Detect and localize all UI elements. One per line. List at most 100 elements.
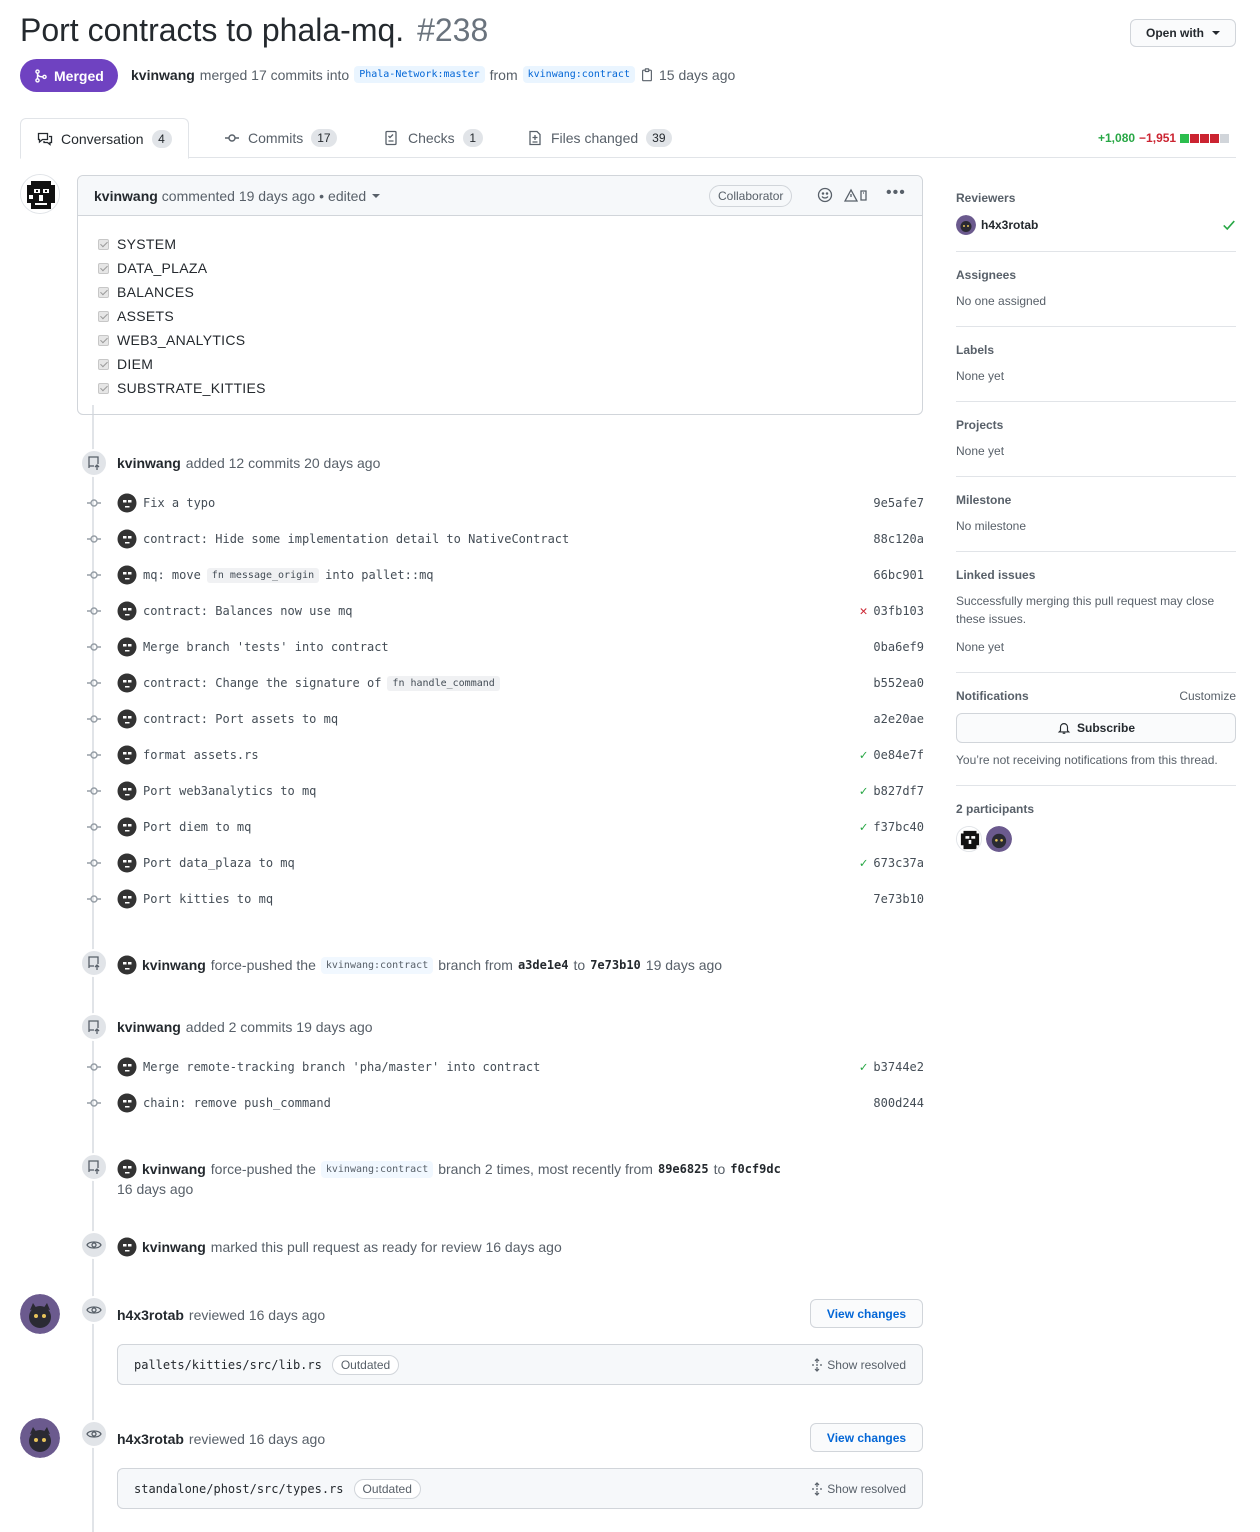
commit-sha[interactable]: 66bc901 (873, 568, 924, 582)
chevron-down-icon[interactable] (372, 193, 381, 198)
reviewer-name[interactable]: h4x3rotab (117, 1431, 184, 1447)
author-avatar[interactable] (20, 174, 60, 214)
commit-sha[interactable]: 0ba6ef9 (873, 640, 924, 654)
commit-message-part[interactable]: into pallet::mq (325, 568, 433, 582)
commit-sha[interactable]: 800d244 (873, 1096, 924, 1110)
commit-message[interactable]: Port diem to mq (143, 820, 251, 834)
commit-author-avatar[interactable] (117, 817, 137, 837)
commit-message[interactable]: Port kitties to mq (143, 892, 273, 906)
commit-author-avatar[interactable] (117, 1057, 137, 1077)
checkbox-checked-icon[interactable] (98, 382, 109, 394)
participant-avatar[interactable] (956, 826, 982, 852)
reviewer-row[interactable]: h4x3rotab (956, 215, 1236, 235)
author-link[interactable]: kvinwang (131, 67, 195, 83)
commit-row[interactable]: contract: Port assets to mq a2e20ae (86, 701, 924, 737)
review-file-path[interactable]: pallets/kitties/src/lib.rs (134, 1358, 322, 1372)
tab-checks[interactable]: Checks 1 (384, 118, 483, 158)
branch-label[interactable]: kvinwang:contract (320, 1160, 434, 1178)
copy-icon[interactable] (640, 67, 654, 82)
event-author[interactable]: kvinwang (142, 1239, 206, 1255)
commit-message[interactable]: Merge branch 'tests' into contract (143, 640, 389, 654)
commit-author-avatar[interactable] (117, 745, 137, 765)
commit-sha-to[interactable]: 7e73b10 (590, 958, 641, 972)
commit-message[interactable]: chain: remove push_command (143, 1096, 331, 1110)
projects-heading[interactable]: Projects (956, 418, 1236, 432)
x-icon[interactable]: ✕ (860, 604, 868, 619)
commit-sha[interactable]: 0e84e7f (873, 748, 924, 762)
commit-row[interactable]: contract: Change the signature of fn hand… (86, 665, 924, 701)
commit-message[interactable]: Merge remote-tracking branch 'pha/master… (143, 1060, 540, 1074)
commit-row[interactable]: Merge remote-tracking branch 'pha/master… (86, 1049, 924, 1085)
commit-author-avatar[interactable] (117, 1093, 137, 1113)
checkbox-checked-icon[interactable] (98, 262, 109, 274)
commit-row[interactable]: Port web3analytics to mq ✓ b827df7 (86, 773, 924, 809)
check-icon[interactable]: ✓ (860, 856, 868, 871)
review-file-path[interactable]: standalone/phost/src/types.rs (134, 1482, 344, 1496)
commit-sha[interactable]: 9e5afe7 (873, 496, 924, 510)
assignees-heading[interactable]: Assignees (956, 268, 1236, 282)
checkbox-checked-icon[interactable] (98, 286, 109, 298)
commit-sha[interactable]: b552ea0 (873, 676, 924, 690)
commit-message[interactable]: format assets.rs (143, 748, 259, 762)
kebab-menu-icon[interactable]: ••• (886, 184, 906, 202)
commit-row[interactable]: Fix a typo 9e5afe7 (86, 485, 924, 521)
open-with-button[interactable]: Open with (1130, 19, 1236, 47)
author-avatar-small[interactable] (117, 1237, 137, 1257)
show-resolved-button[interactable]: Show resolved (811, 1482, 906, 1496)
tab-files-changed[interactable]: Files changed 39 (527, 118, 672, 158)
checkbox-checked-icon[interactable] (98, 238, 109, 250)
commit-author-avatar[interactable] (117, 889, 137, 909)
commit-sha-from[interactable]: a3de1e4 (518, 958, 569, 972)
commit-message[interactable]: contract: Hide some implementation detai… (143, 532, 569, 546)
checkbox-checked-icon[interactable] (98, 358, 109, 370)
commit-sha[interactable]: 673c37a (873, 856, 924, 870)
commit-sha[interactable]: 03fb103 (873, 604, 924, 618)
commit-row[interactable]: mq: move fn message_origin into pallet::mq… (86, 557, 924, 593)
reviewer-avatar[interactable] (20, 1418, 60, 1458)
checkbox-checked-icon[interactable] (98, 334, 109, 346)
commit-sha-to[interactable]: f0cf9dc (730, 1162, 781, 1176)
commit-message[interactable]: contract: Balances now use mq (143, 604, 353, 618)
comment-timestamp[interactable]: commented 19 days ago (162, 188, 315, 204)
commit-sha[interactable]: b827df7 (873, 784, 924, 798)
linked-issues-heading[interactable]: Linked issues (956, 568, 1236, 582)
event-time[interactable]: 19 days ago (646, 957, 722, 973)
reviewers-heading[interactable]: Reviewers (956, 191, 1236, 205)
view-changes-button[interactable]: View changes (810, 1299, 923, 1328)
commit-row[interactable]: format assets.rs ✓ 0e84e7f (86, 737, 924, 773)
commit-message-code[interactable]: fn handle_command (387, 675, 500, 691)
subscribe-button[interactable]: Subscribe (956, 713, 1236, 743)
author-avatar-small[interactable] (117, 955, 137, 975)
check-icon[interactable]: ✓ (860, 784, 868, 799)
review-text[interactable]: reviewed 16 days ago (189, 1431, 325, 1447)
commit-author-avatar[interactable] (117, 529, 137, 549)
reference-icon[interactable] (843, 187, 873, 203)
milestone-heading[interactable]: Milestone (956, 493, 1236, 507)
commit-row[interactable]: contract: Hide some implementation detai… (86, 521, 924, 557)
smiley-icon[interactable] (817, 187, 833, 203)
commit-sha-from[interactable]: 89e6825 (658, 1162, 709, 1176)
event-author[interactable]: kvinwang (117, 1019, 181, 1035)
participant-avatar[interactable] (986, 826, 1012, 852)
edited-dropdown[interactable]: edited (328, 188, 366, 204)
base-branch[interactable]: Phala-Network:master (354, 66, 485, 83)
review-text[interactable]: reviewed 16 days ago (189, 1307, 325, 1323)
commit-author-avatar[interactable] (117, 637, 137, 657)
commit-author-avatar[interactable] (117, 493, 137, 513)
show-resolved-button[interactable]: Show resolved (811, 1358, 906, 1372)
commit-sha[interactable]: 7e73b10 (873, 892, 924, 906)
commit-sha[interactable]: 88c120a (873, 532, 924, 546)
commit-row[interactable]: chain: remove push_command 800d244 (86, 1085, 924, 1121)
commit-message-part[interactable]: contract: Change the signature of (143, 676, 381, 690)
event-time[interactable]: 16 days ago (117, 1181, 193, 1197)
commit-author-avatar[interactable] (117, 673, 137, 693)
commit-row[interactable]: Port kitties to mq 7e73b10 (86, 881, 924, 917)
branch-label[interactable]: kvinwang:contract (320, 956, 434, 974)
checkbox-checked-icon[interactable] (98, 310, 109, 322)
commit-sha[interactable]: f37bc40 (873, 820, 924, 834)
comment-author[interactable]: kvinwang (94, 188, 158, 204)
labels-heading[interactable]: Labels (956, 343, 1236, 357)
commit-message[interactable]: Port data_plaza to mq (143, 856, 295, 870)
commit-author-avatar[interactable] (117, 781, 137, 801)
event-author[interactable]: kvinwang (142, 957, 206, 973)
